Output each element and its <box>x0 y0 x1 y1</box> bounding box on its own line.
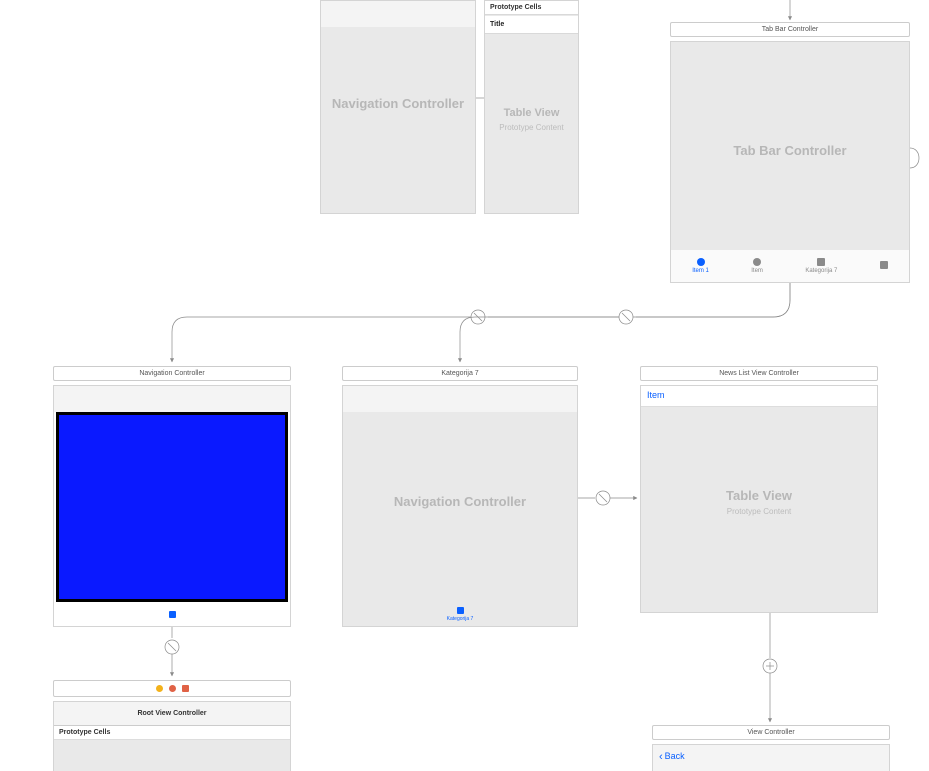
square-icon <box>817 258 825 266</box>
root-header <box>53 680 291 697</box>
nav-center-navbar <box>343 386 577 412</box>
nav-left-tab <box>54 602 290 626</box>
table-top-big: Table View <box>485 107 578 119</box>
tabbar-title: Tab Bar Controller <box>670 22 910 37</box>
scene-nav-left[interactable]: Navigation Controller <box>53 366 291 627</box>
tab-item-3[interactable]: Kategorija 7 <box>805 258 837 274</box>
scene-nav-center[interactable]: Kategorija 7 Navigation Controller Kateg… <box>342 366 578 627</box>
root-subtitle: Root View Controller <box>54 702 290 726</box>
nav-center-tab[interactable]: Kategorija 7 <box>343 602 577 626</box>
nav-center-tablabel: Kategorija 7 <box>447 616 474 622</box>
table-top-body[interactable]: Prototype Cells Title Table View Prototy… <box>484 0 579 214</box>
tabbar-center: Tab Bar Controller <box>671 143 909 158</box>
nav-left-body[interactable] <box>53 385 291 627</box>
root-body[interactable]: Root View Controller Prototype Cells <box>53 701 291 771</box>
scene-root-vc[interactable]: Root View Controller Prototype Cells <box>53 680 291 771</box>
scene-news-list[interactable]: News List View Controller Item Table Vie… <box>640 366 878 613</box>
square-icon <box>880 261 888 269</box>
back-button[interactable]: ‹Back <box>659 751 685 762</box>
news-body[interactable]: Item Table View Prototype Content <box>640 385 878 613</box>
storyboard-canvas[interactable]: Navigation Controller Prototype Cells Ti… <box>0 0 929 771</box>
nav-top-big-label: Navigation Controller <box>321 96 475 111</box>
tabbar-body[interactable]: Tab Bar Controller Item 1 Item Kategorij… <box>670 41 910 283</box>
news-big: Table View <box>641 488 877 503</box>
news-labels: Table View Prototype Content <box>641 488 877 516</box>
circle-icon <box>169 685 176 692</box>
nav-left-blue-view[interactable] <box>56 412 288 602</box>
root-proto: Prototype Cells <box>54 726 290 740</box>
news-small: Prototype Content <box>641 507 877 516</box>
nav-top-body[interactable]: Navigation Controller <box>320 0 476 214</box>
vc-body[interactable]: ‹Back <box>652 744 890 771</box>
nav-top-navbar <box>321 1 475 27</box>
news-item-link[interactable]: Item <box>647 390 665 400</box>
table-top-small: Prototype Content <box>485 123 578 132</box>
scene-nav-top[interactable]: Navigation Controller <box>320 0 476 214</box>
table-top-labels: Table View Prototype Content <box>485 107 578 132</box>
tabbar-items: Item 1 Item Kategorija 7 <box>671 250 909 282</box>
nav-center-label: Navigation Controller <box>343 494 577 509</box>
nav-left-navbar <box>54 386 290 412</box>
scene-tabbar[interactable]: Tab Bar Controller Tab Bar Controller It… <box>670 22 910 283</box>
table-top-cell-title[interactable]: Title <box>485 16 578 34</box>
chevron-left-icon: ‹ <box>659 753 663 762</box>
square-icon <box>457 607 464 614</box>
nav-center-big: Navigation Controller <box>343 494 577 509</box>
dot-icon <box>753 258 761 266</box>
news-title: News List View Controller <box>640 366 878 381</box>
dot-icon <box>697 258 705 266</box>
table-top-proto: Prototype Cells <box>485 1 578 15</box>
scene-view-controller[interactable]: View Controller ‹Back <box>652 725 890 771</box>
nav-left-title: Navigation Controller <box>53 366 291 381</box>
scene-table-top[interactable]: Prototype Cells Title Table View Prototy… <box>484 0 579 214</box>
circle-icon <box>156 685 163 692</box>
vc-title: View Controller <box>652 725 890 740</box>
square-icon <box>182 685 189 692</box>
tab-item-4[interactable] <box>880 261 888 271</box>
square-icon <box>169 611 176 618</box>
nav-center-body[interactable]: Navigation Controller Kategorija 7 <box>342 385 578 627</box>
tab-item-2[interactable]: Item <box>751 258 763 274</box>
news-navbar: Item <box>641 386 877 407</box>
tab-item-1[interactable]: Item 1 <box>692 258 709 274</box>
root-doc-icons <box>54 681 290 696</box>
nav-center-title: Kategorija 7 <box>342 366 578 381</box>
tabbar-big-label: Tab Bar Controller <box>671 143 909 158</box>
nav-top-label: Navigation Controller <box>321 96 475 111</box>
